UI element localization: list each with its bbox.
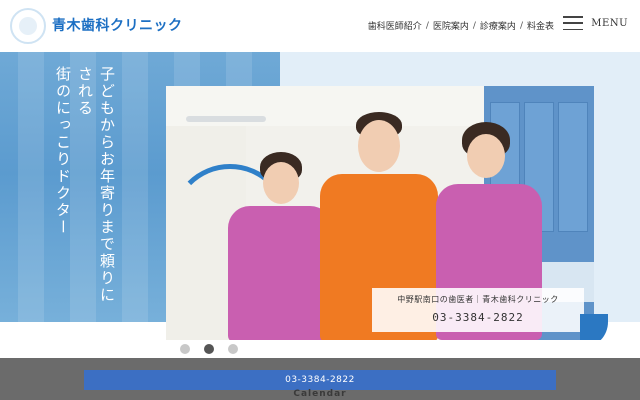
site-header: 青木歯科クリニック 歯科医師紹介 / 医院案内 / 診療案内 / 料金表 MEN… (0, 0, 640, 52)
nav-separator: / (472, 20, 476, 31)
nav-item-treatment[interactable]: 診療案内 (480, 19, 516, 32)
caption-phone[interactable]: 03-3384-2822 (380, 311, 576, 324)
hero-slider: 子どもからお年寄りまで頼りにされる 街のにっこりドクター 中野駅南口の歯医者｜青… (0, 52, 640, 340)
nav-item-fees[interactable]: 料金表 (527, 19, 554, 32)
hero-caption: 中野駅南口の歯医者｜青木歯科クリニック 03-3384-2822 (372, 288, 584, 332)
slider-dot-2[interactable] (204, 344, 214, 354)
decorative-corner (580, 314, 608, 340)
nav-separator: / (519, 20, 523, 31)
menu-label[interactable]: MENU (591, 18, 628, 29)
dental-lamp (186, 116, 266, 122)
nav-item-clinic-info[interactable]: 医院案内 (433, 19, 469, 32)
caption-title: 中野駅南口の歯医者｜青木歯科クリニック (397, 295, 559, 304)
hamburger-icon[interactable] (563, 16, 584, 30)
slider-dot-1[interactable] (180, 344, 190, 354)
hero-catchphrase: 子どもからお年寄りまで頼りにされる 街のにっこりドクター (52, 66, 118, 316)
nav-separator: / (425, 20, 429, 31)
menu-button[interactable]: MENU (563, 16, 628, 30)
calendar-heading: Calendar (293, 389, 347, 399)
nav-item-dentists[interactable]: 歯科医師紹介 (368, 19, 422, 32)
global-nav: 歯科医師紹介 / 医院案内 / 診療案内 / 料金表 (368, 19, 554, 33)
clinic-logo-text[interactable]: 青木歯科クリニック (52, 15, 183, 35)
staff-photo: 中野駅南口の歯医者｜青木歯科クリニック 03-3384-2822 (166, 86, 594, 340)
catch-line-2: 街のにっこりドクター (54, 66, 72, 236)
slider-dot-3[interactable] (228, 344, 238, 354)
tel-button[interactable]: 03-3384-2822 (84, 370, 556, 390)
clinic-logo-icon[interactable] (10, 8, 46, 44)
catch-line-1: 子どもからお年寄りまで頼りにされる (76, 66, 116, 304)
slider-pagination (180, 344, 238, 354)
